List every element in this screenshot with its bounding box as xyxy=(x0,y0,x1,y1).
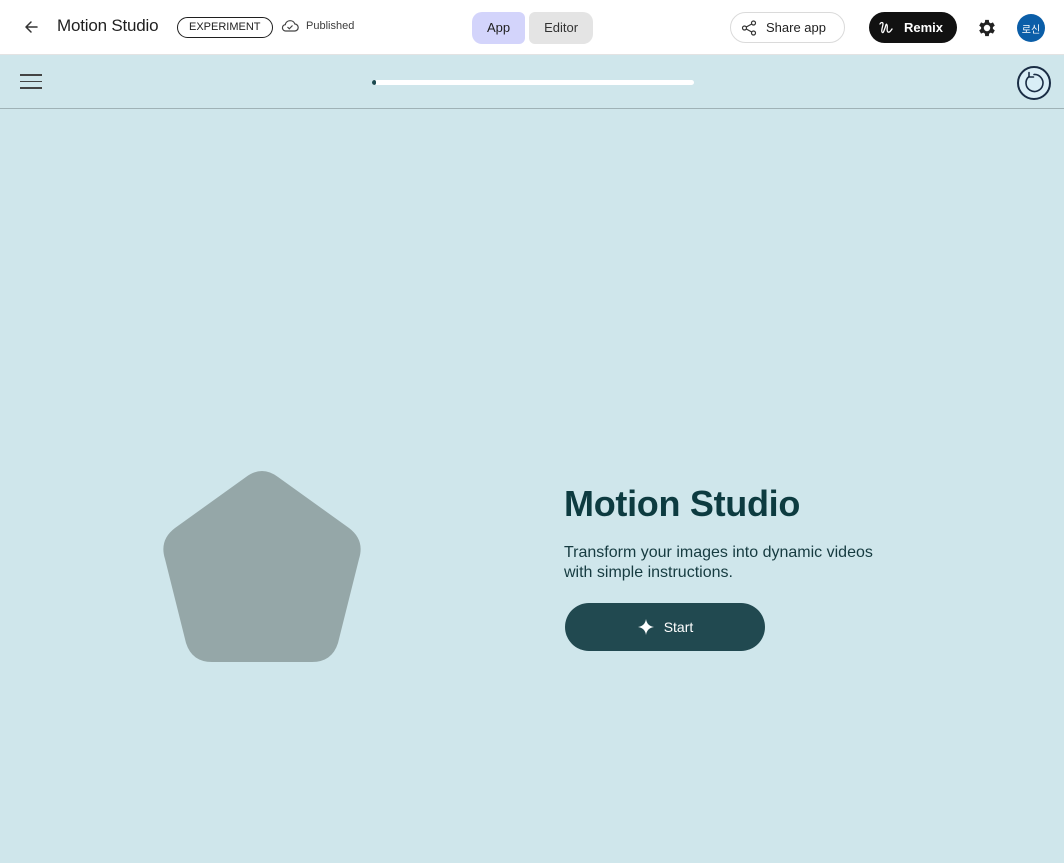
experiment-badge: EXPERIMENT xyxy=(177,17,273,38)
reset-icon xyxy=(1025,71,1044,93)
hero-shape xyxy=(163,471,361,662)
hero-title: Motion Studio xyxy=(564,483,801,524)
cloud-icon xyxy=(281,20,299,32)
app-title: Motion Studio xyxy=(57,16,159,35)
hero-subtitle: Transform your images into dynamic video… xyxy=(564,544,873,581)
remix-label: Remix xyxy=(904,20,944,35)
menu-icon[interactable] xyxy=(20,74,42,92)
share-icon xyxy=(741,19,757,36)
share-app-label: Share app xyxy=(766,20,826,35)
tab-editor[interactable]: Editor xyxy=(529,12,594,44)
app-toolbar xyxy=(0,56,1064,109)
publish-status-label: Published xyxy=(306,19,355,32)
remix-icon xyxy=(879,21,893,33)
reset-button[interactable] xyxy=(1017,66,1051,100)
gear-icon[interactable] xyxy=(976,17,998,39)
back-button[interactable] xyxy=(18,14,44,40)
back-arrow-icon xyxy=(25,21,38,33)
start-button[interactable]: Start xyxy=(565,603,765,651)
start-label: Start xyxy=(663,619,694,635)
progress-bar xyxy=(372,80,694,85)
tab-app[interactable]: App xyxy=(472,12,526,44)
avatar[interactable]: 로신 xyxy=(1017,14,1045,42)
top-bar: Motion Studio EXPERIMENT Published App E… xyxy=(0,0,1064,55)
view-toggle: App Editor xyxy=(472,12,594,44)
publish-status: Published xyxy=(281,19,354,32)
sparkle-icon xyxy=(637,619,654,635)
remix-button[interactable]: Remix xyxy=(869,12,957,43)
share-app-button[interactable]: Share app xyxy=(730,12,845,43)
progress-fill xyxy=(372,80,376,85)
